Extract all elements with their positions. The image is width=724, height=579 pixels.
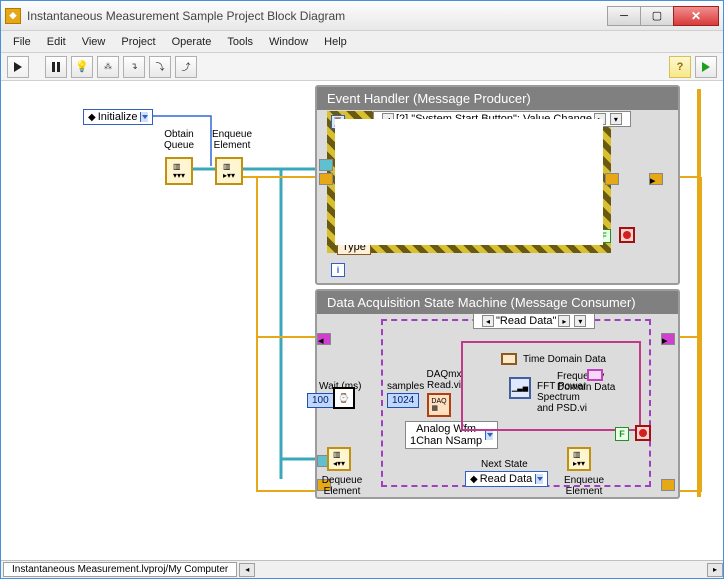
- event-stop-terminal[interactable]: [619, 227, 635, 243]
- scroll-right-button[interactable]: ▸: [707, 563, 723, 577]
- menu-file[interactable]: File: [5, 33, 39, 51]
- enqueue-element-label-1: Enqueue Element: [205, 129, 259, 151]
- run-button[interactable]: [7, 56, 29, 78]
- samples-constant[interactable]: 1024: [387, 393, 419, 408]
- das-orange-tunnel-r[interactable]: [661, 479, 675, 491]
- outer-loop-edge: [697, 89, 701, 497]
- initialize-label: Initialize: [98, 111, 138, 123]
- initialize-constant[interactable]: ◆Initialize: [83, 109, 153, 125]
- menu-project[interactable]: Project: [113, 33, 163, 51]
- step-out-button[interactable]: ⤴: [175, 56, 197, 78]
- maximize-button[interactable]: ▢: [640, 6, 674, 26]
- case-dropdown-icon[interactable]: ▾: [610, 113, 622, 125]
- case-dropdown-icon[interactable]: ▾: [574, 315, 586, 327]
- enqueue-element-node-3[interactable]: ▥▸▾▾: [567, 447, 591, 471]
- dequeue-element-node[interactable]: ▥◂▾▾: [327, 447, 351, 471]
- app-icon: ◆: [5, 8, 21, 24]
- menu-tools[interactable]: Tools: [219, 33, 261, 51]
- run-continuous-button[interactable]: [695, 56, 717, 78]
- step-over-button[interactable]: ⤵: [149, 56, 171, 78]
- next-state-constant[interactable]: ◆Read Data: [465, 471, 548, 487]
- pause-button[interactable]: [45, 56, 67, 78]
- das-stop-terminal[interactable]: [635, 425, 651, 441]
- next-case-icon[interactable]: ▸: [558, 315, 570, 327]
- scroll-left-button[interactable]: ◂: [239, 563, 255, 577]
- das-case-label: "Read Data": [496, 315, 556, 327]
- minimize-button[interactable]: ─: [607, 6, 641, 26]
- enqueue-element-node-1[interactable]: ▥▸▾▾: [215, 157, 243, 185]
- obtain-queue-node[interactable]: ▥▾▾▾: [165, 157, 193, 185]
- status-bar: Instantaneous Measurement.lvproj/My Comp…: [1, 560, 723, 578]
- das-title: Data Acquisition State Machine (Message …: [317, 291, 678, 314]
- menu-edit[interactable]: Edit: [39, 33, 74, 51]
- context-help-button[interactable]: ?: [669, 56, 691, 78]
- step-into-button[interactable]: ↴: [123, 56, 145, 78]
- prev-case-icon[interactable]: ◂: [482, 315, 494, 327]
- shift-register-magenta-l[interactable]: ◂: [317, 333, 331, 345]
- retain-wires-button[interactable]: ⁂: [97, 56, 119, 78]
- dropdown-icon[interactable]: [485, 430, 493, 440]
- toolbar: 💡 ⁂ ↴ ⤵ ⤴ ?: [1, 53, 723, 81]
- tunnel-cyan-in[interactable]: [319, 159, 333, 171]
- obtain-queue-label: Obtain Queue: [157, 129, 201, 151]
- dequeue-element-label: Dequeue Element: [315, 475, 369, 497]
- menu-view[interactable]: View: [74, 33, 114, 51]
- title-bar: ◆ Instantaneous Measurement Sample Proje…: [1, 1, 723, 31]
- tunnel-orange-in[interactable]: [319, 173, 333, 185]
- close-button[interactable]: ✕: [673, 6, 719, 26]
- enqueue-element-label-3: Enqueue Element: [557, 475, 611, 497]
- read-data-label: Read Data: [480, 473, 533, 485]
- pink-sequence-frame[interactable]: [461, 341, 641, 431]
- menu-bar: File Edit View Project Operate Tools Win…: [1, 31, 723, 53]
- window-title: Instantaneous Measurement Sample Project…: [27, 9, 608, 23]
- highlight-execution-button[interactable]: 💡: [71, 56, 93, 78]
- dropdown-icon[interactable]: [140, 112, 148, 122]
- shift-register-orange-r[interactable]: ▸: [649, 173, 663, 185]
- event-structure[interactable]: [327, 111, 611, 253]
- daqmx-read-node[interactable]: DAQ▦: [427, 393, 451, 417]
- wait-ms-node[interactable]: ⌚: [333, 387, 355, 409]
- event-iteration-terminal[interactable]: i: [331, 263, 345, 277]
- menu-window[interactable]: Window: [261, 33, 316, 51]
- block-diagram-canvas[interactable]: ◆Initialize Obtain Queue ▥▾▾▾ Enqueue El…: [1, 81, 723, 560]
- dropdown-icon[interactable]: [535, 474, 543, 484]
- project-context-tab[interactable]: Instantaneous Measurement.lvproj/My Comp…: [3, 562, 237, 577]
- shift-register-magenta-r[interactable]: ▸: [661, 333, 675, 345]
- menu-help[interactable]: Help: [316, 33, 355, 51]
- wait-ms-constant[interactable]: 100: [307, 393, 334, 408]
- menu-operate[interactable]: Operate: [164, 33, 220, 51]
- tunnel-orange-out[interactable]: [605, 173, 619, 185]
- das-loop-condition[interactable]: F: [615, 427, 629, 441]
- das-case-selector[interactable]: ◂ "Read Data" ▸ ▾: [473, 313, 595, 329]
- next-state-label: Next State: [481, 459, 528, 470]
- event-handler-title: Event Handler (Message Producer): [317, 87, 678, 110]
